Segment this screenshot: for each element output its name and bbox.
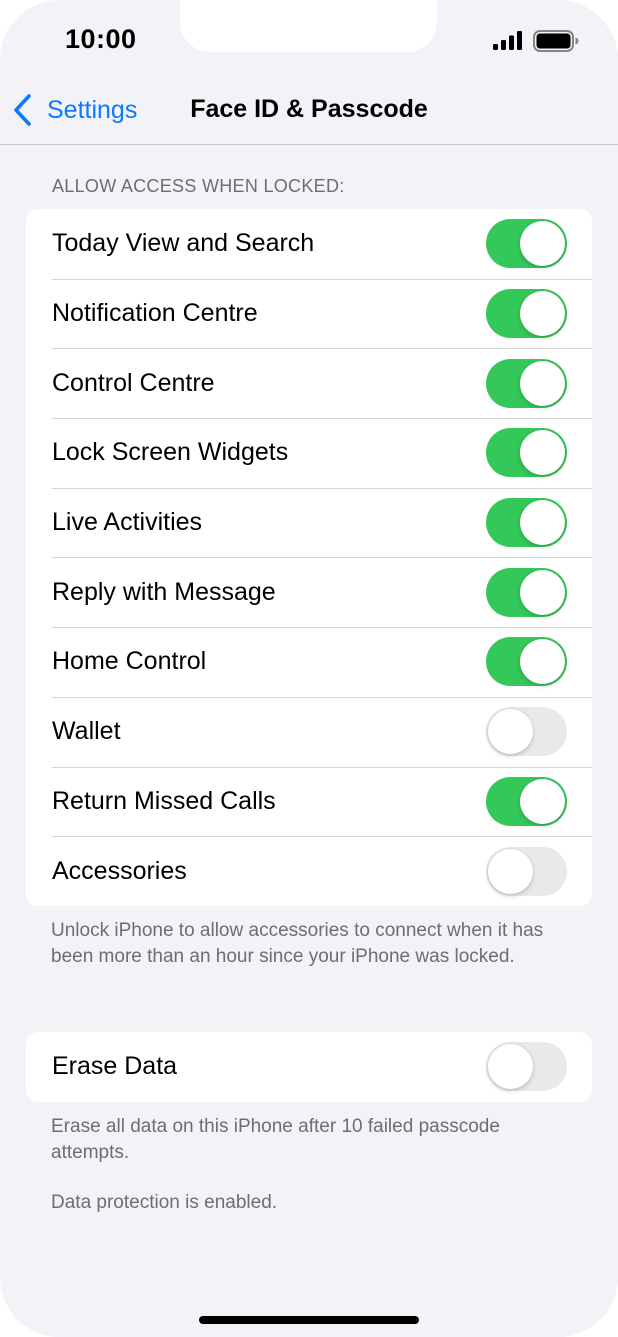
setting-label: Wallet <box>52 717 121 746</box>
toggle-knob <box>488 1044 533 1090</box>
accessories-footer-note: Unlock iPhone to allow accessories to co… <box>51 920 544 967</box>
toggle-knob <box>488 848 533 894</box>
toggle-knob <box>520 569 565 615</box>
phone-screen: 10:00 Settings Face ID & Passcode ALLOW … <box>0 0 618 1337</box>
accessories-toggle[interactable] <box>486 846 567 896</box>
setting-row-live-activities: Live Activities <box>26 487 592 558</box>
page-title: Face ID & Passcode <box>190 95 428 123</box>
toggle-knob <box>520 639 565 685</box>
setting-label: Reply with Message <box>52 577 276 606</box>
toggle-knob <box>520 221 565 267</box>
navigation-bar: Settings Face ID & Passcode <box>0 80 618 145</box>
notch <box>180 0 437 52</box>
setting-row-accessories: Accessories <box>26 836 592 906</box>
status-bar: 10:00 <box>0 0 618 80</box>
setting-label: Accessories <box>52 856 187 885</box>
setting-row-home-control: Home Control <box>26 627 592 697</box>
wallet-toggle[interactable] <box>486 707 567 757</box>
cellular-signal-icon <box>493 31 522 50</box>
toggle-knob <box>520 500 565 546</box>
toggle-knob <box>520 430 565 476</box>
section-header-allow-access: ALLOW ACCESS WHEN LOCKED: <box>52 176 345 196</box>
allow-access-list: Today View and Search Notification Centr… <box>26 209 592 906</box>
notification-centre-toggle[interactable] <box>486 289 567 339</box>
setting-label: Today View and Search <box>52 229 315 258</box>
setting-row-wallet: Wallet <box>26 696 592 767</box>
setting-row-erase-data: Erase Data <box>26 1032 592 1102</box>
setting-row-reply-with-message: Reply with Message <box>26 557 592 627</box>
setting-row-control-centre: Control Centre <box>26 348 592 418</box>
reply-with-message-toggle[interactable] <box>486 567 567 617</box>
erase-data-toggle[interactable] <box>486 1042 567 1092</box>
setting-row-lock-screen-widgets: Lock Screen Widgets <box>26 418 592 488</box>
erase-data-list: Erase Data <box>26 1032 592 1102</box>
setting-label: Live Activities <box>52 508 203 537</box>
setting-label: Return Missed Calls <box>52 786 276 815</box>
home-indicator[interactable] <box>199 1316 419 1324</box>
toggle-knob <box>488 709 533 755</box>
toggle-knob <box>520 291 565 337</box>
home-control-toggle[interactable] <box>486 637 567 687</box>
lock-screen-widgets-toggle[interactable] <box>486 428 567 478</box>
setting-row-today-view: Today View and Search <box>26 209 592 279</box>
setting-label: Home Control <box>52 647 207 676</box>
live-activities-toggle[interactable] <box>486 498 567 548</box>
setting-label: Lock Screen Widgets <box>52 438 289 467</box>
battery-icon <box>533 30 579 52</box>
return-missed-calls-toggle[interactable] <box>486 776 567 826</box>
toggle-knob <box>520 360 565 406</box>
status-time: 10:00 <box>65 24 137 54</box>
toggle-knob <box>520 778 565 824</box>
setting-label: Erase Data <box>52 1052 178 1081</box>
data-protection-note: Data protection is enabled. <box>51 1192 278 1213</box>
setting-row-notification-centre: Notification Centre <box>26 278 592 349</box>
setting-label: Notification Centre <box>52 299 258 328</box>
erase-data-footer-note: Erase all data on this iPhone after 10 f… <box>51 1116 500 1163</box>
setting-row-return-missed-calls: Return Missed Calls <box>26 766 592 837</box>
control-centre-toggle[interactable] <box>486 358 567 408</box>
setting-label: Control Centre <box>52 368 215 397</box>
today-view-toggle[interactable] <box>486 219 567 269</box>
